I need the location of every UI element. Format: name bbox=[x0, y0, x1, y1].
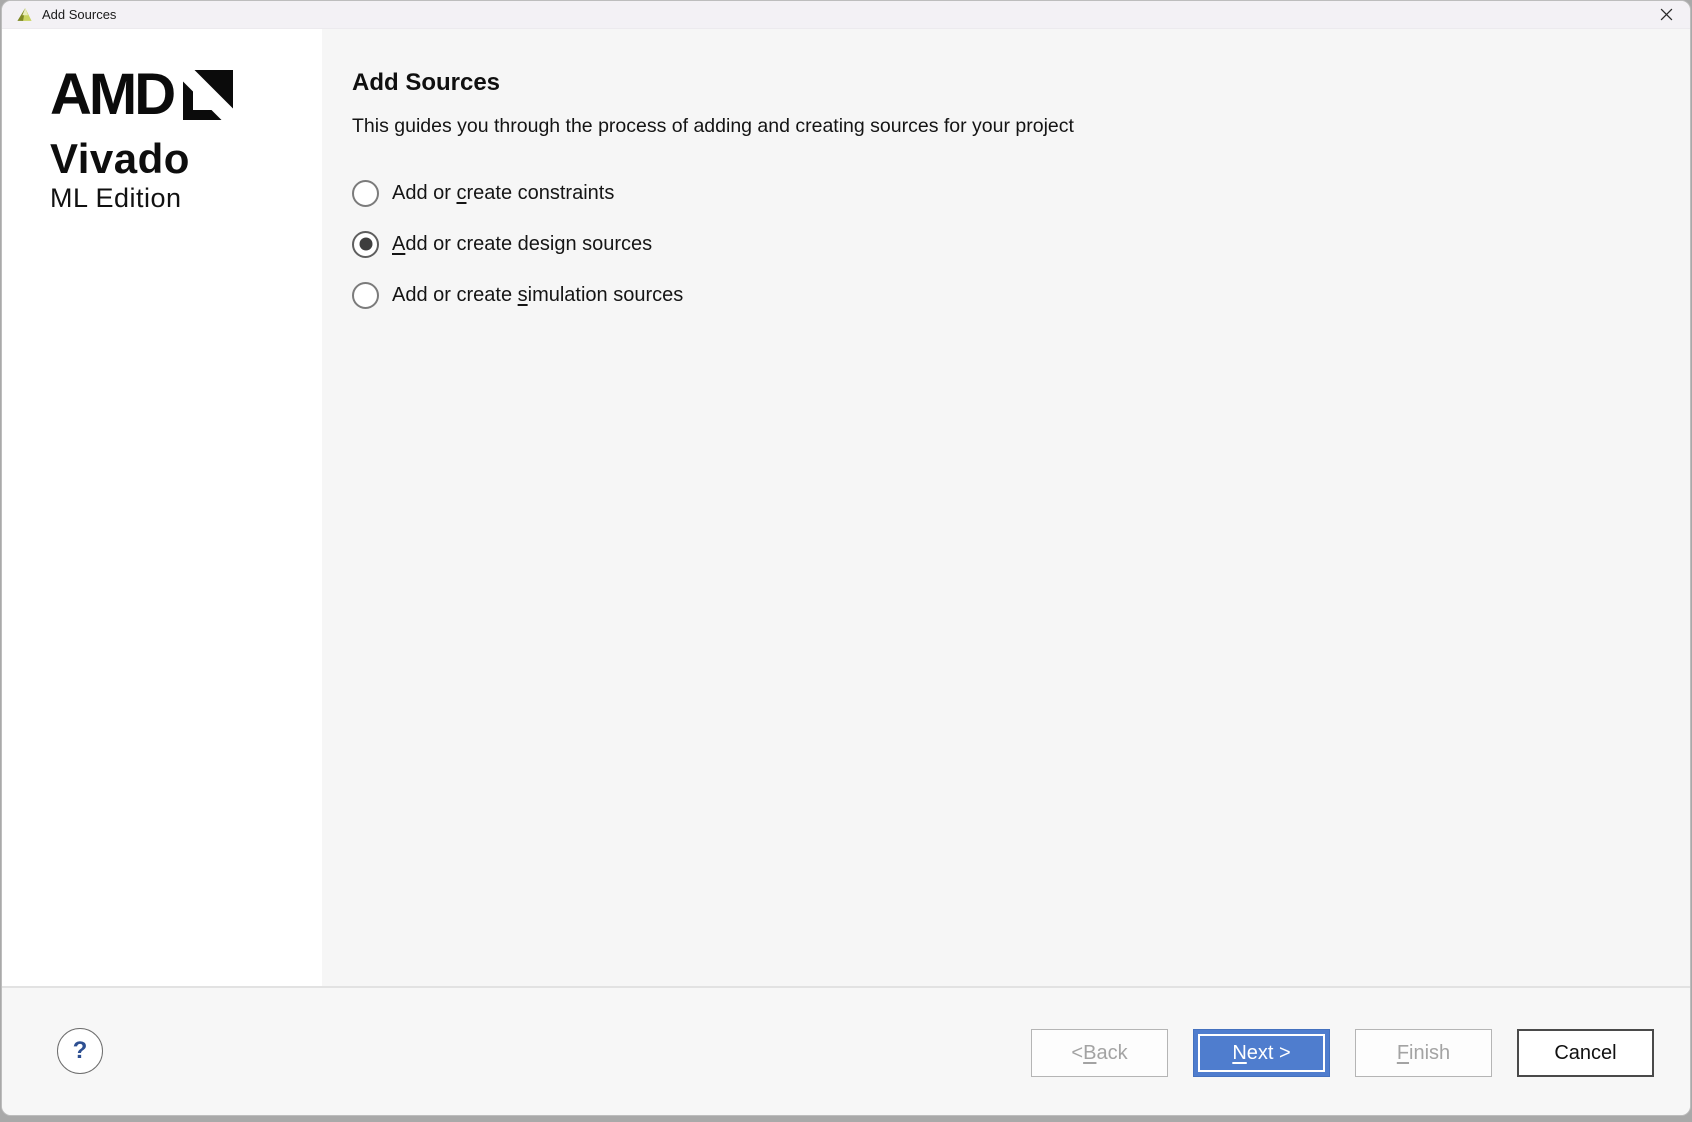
radio-label: Add or create constraints bbox=[392, 182, 614, 205]
radio-button[interactable] bbox=[352, 282, 379, 309]
product-edition: ML Edition bbox=[50, 183, 322, 213]
radio-option-simulation-sources[interactable]: Add or create simulation sources bbox=[352, 280, 1650, 310]
amd-arrow-icon bbox=[183, 70, 233, 120]
product-name: Vivado bbox=[50, 137, 322, 181]
page-description: This guides you through the process of a… bbox=[352, 115, 1650, 138]
radio-option-constraints[interactable]: Add or create constraints bbox=[352, 178, 1650, 208]
add-sources-dialog: Add Sources AMD Vivado ML Edition Add So… bbox=[1, 0, 1691, 1116]
wizard-buttons: < Back Next > Finish Cancel bbox=[1031, 1029, 1654, 1077]
question-mark-icon: ? bbox=[73, 1037, 88, 1065]
amd-logo-text: AMD bbox=[50, 69, 173, 121]
back-button[interactable]: < Back bbox=[1031, 1029, 1168, 1077]
radio-label: Add or create simulation sources bbox=[392, 284, 683, 307]
window-title: Add Sources bbox=[42, 7, 116, 22]
cancel-button[interactable]: Cancel bbox=[1517, 1029, 1654, 1077]
page-title: Add Sources bbox=[352, 69, 1650, 97]
footer-bar: ? < Back Next > Finish Cancel bbox=[2, 986, 1690, 1115]
branding-panel: AMD Vivado ML Edition bbox=[2, 29, 322, 986]
close-button[interactable] bbox=[1648, 2, 1684, 28]
radio-button[interactable] bbox=[352, 231, 379, 258]
next-button[interactable]: Next > bbox=[1193, 1029, 1330, 1077]
vivado-logo-icon bbox=[16, 6, 33, 23]
radio-button[interactable] bbox=[352, 180, 379, 207]
radio-option-design-sources[interactable]: Add or create design sources bbox=[352, 229, 1650, 259]
title-bar: Add Sources bbox=[2, 1, 1690, 29]
amd-logo: AMD bbox=[50, 69, 322, 121]
radio-label: Add or create design sources bbox=[392, 233, 652, 256]
dialog-body: AMD Vivado ML Edition Add Sources This g… bbox=[2, 29, 1690, 986]
main-panel: Add Sources This guides you through the … bbox=[322, 29, 1690, 986]
close-icon bbox=[1660, 8, 1673, 21]
finish-button[interactable]: Finish bbox=[1355, 1029, 1492, 1077]
help-button[interactable]: ? bbox=[57, 1028, 103, 1074]
